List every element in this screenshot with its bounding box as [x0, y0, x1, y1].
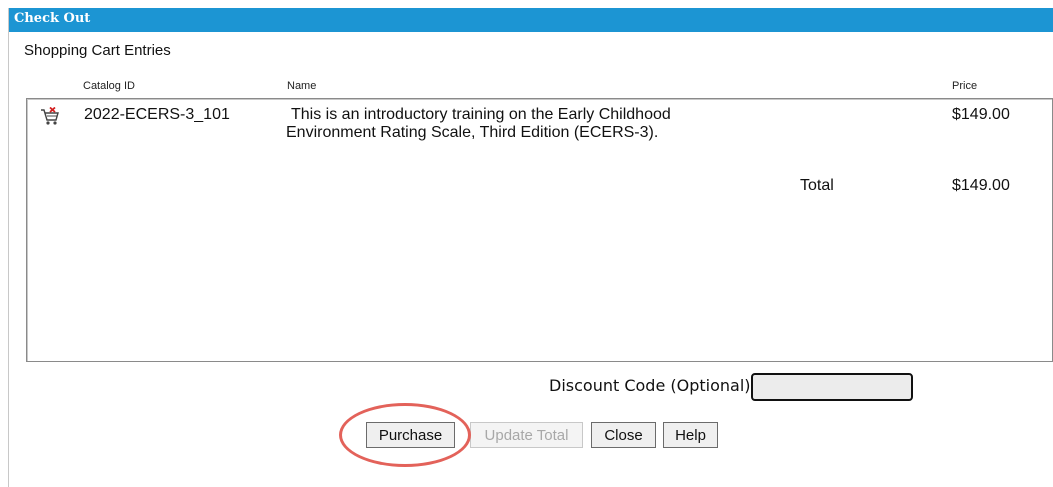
close-button[interactable]: Close [591, 422, 656, 448]
column-header-name: Name [287, 80, 317, 92]
discount-code-input[interactable] [751, 373, 913, 401]
item-name-line1: This is an introductory training on the … [291, 106, 671, 123]
item-name-line2: Environment Rating Scale, Third Edition … [286, 124, 659, 141]
cart-heading: Shopping Cart Entries [24, 42, 171, 59]
purchase-button[interactable]: Purchase [366, 422, 455, 448]
help-button[interactable]: Help [663, 422, 718, 448]
total-label: Total [800, 177, 834, 194]
cart-entries-list: 2022-ECERS-3_101 This is an introductory… [26, 98, 1053, 362]
update-total-button[interactable]: Update Total [470, 422, 583, 448]
catalog-id-cell: 2022-ECERS-3_101 [84, 106, 230, 123]
price-cell: $149.00 [952, 106, 1010, 123]
remove-from-cart-icon[interactable] [39, 106, 61, 127]
total-value: $149.00 [952, 177, 1010, 194]
column-header-price: Price [952, 80, 978, 92]
discount-code-label: Discount Code (Optional) [549, 376, 751, 395]
window-title: Check Out [9, 8, 1053, 32]
column-header-catalog-id: Catalog ID [83, 80, 135, 92]
checkout-window: Check Out Shopping Cart Entries Catalog … [8, 8, 1053, 487]
